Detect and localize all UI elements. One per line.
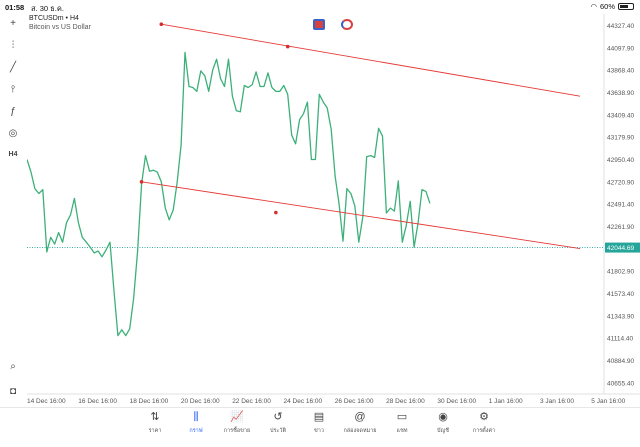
nav-chat-label: แชท — [396, 428, 408, 434]
x-tick-label: 30 Dec 16:00 — [437, 398, 476, 405]
x-tick-label: 14 Dec 16:00 — [27, 398, 66, 405]
trendline-2-start-handle — [139, 180, 144, 184]
nav-settings[interactable]: ⚙ การตั้งค่า — [462, 410, 506, 435]
nav-account-label: บัญชี — [437, 428, 449, 434]
nav-mailbox-label: กล่องจดหมาย — [343, 428, 377, 434]
current-price-label: 42044.69 — [607, 245, 634, 252]
y-tick-label: 40884.90 — [607, 358, 634, 365]
y-tick-label: 41114.40 — [607, 336, 634, 343]
trendline-1-start-handle — [159, 22, 164, 27]
nav-settings-label: การตั้งค่า — [472, 428, 496, 434]
quotes-icon: ⇅ — [150, 411, 160, 423]
x-tick-label: 22 Dec 16:00 — [232, 398, 271, 405]
y-tick-label: 44327.40 — [607, 23, 634, 30]
chart-icon: ⫼ — [193, 411, 199, 423]
trade-icon: 📈 — [230, 411, 244, 423]
x-tick-label: 3 Jan 16:00 — [540, 398, 574, 405]
y-tick-label: 43179.90 — [607, 135, 634, 142]
history-icon: ↺ — [273, 411, 283, 423]
y-tick-label: 43638.90 — [607, 90, 634, 97]
nav-news[interactable]: ▤ ข่าว — [297, 410, 341, 435]
chart-canvas[interactable]: 44327.40 44097.90 43868.40 43638.90 43409.40… — [27, 14, 640, 407]
status-bar: 01:58 ส. 30 ธ.ค. ◠ 60% — [0, 0, 640, 14]
nav-news-label: ข่าว — [314, 428, 324, 434]
mail-icon: @ — [354, 411, 366, 423]
nav-trade[interactable]: 📈 การซื้อขาย — [215, 410, 259, 435]
y-tick-label: 43868.40 — [607, 68, 634, 75]
line-tools-icon[interactable]: ╱ — [4, 60, 22, 74]
wifi-icon: ◠ — [590, 2, 597, 11]
y-tick-label: 41573.40 — [607, 291, 634, 298]
crosshair-icon[interactable]: + — [4, 16, 22, 30]
y-tick-label: 43409.40 — [607, 112, 634, 119]
nav-mailbox[interactable]: @ กล่องจดหมาย — [338, 410, 382, 435]
x-tick-label: 5 Jan 16:00 — [591, 398, 625, 405]
nav-history-label: ประวัติ — [269, 428, 287, 434]
magnifier-icon[interactable]: ⌕ — [4, 359, 22, 373]
y-tick-label: 42491.40 — [607, 202, 634, 209]
status-time: 01:58 — [5, 3, 25, 12]
nav-chart-label: กราฟ — [189, 428, 203, 434]
battery-percent: 60% — [599, 2, 615, 11]
price-series-line — [27, 51, 431, 337]
timeframe-label[interactable]: H4 — [4, 147, 22, 161]
battery-icon — [618, 3, 634, 10]
trendline-2 — [141, 181, 581, 249]
y-tick-label: 42261.90 — [607, 224, 634, 231]
y-tick-label: 42720.90 — [607, 179, 634, 186]
nav-quotes-label: ราคา — [148, 428, 162, 434]
shapes-icon[interactable]: ◎ — [4, 126, 22, 140]
x-tick-label: 18 Dec 16:00 — [130, 398, 169, 405]
chat-icon: ▭ — [396, 411, 408, 423]
y-tick-label: 41343.90 — [607, 313, 634, 320]
y-tick-label: 40655.40 — [607, 380, 634, 387]
nav-quotes[interactable]: ⇅ ราคา — [133, 410, 177, 435]
nav-chat[interactable]: ▭ แชท — [380, 410, 424, 435]
x-tick-label: 1 Jan 16:00 — [489, 398, 523, 405]
trendline-2-anchor-handle — [274, 210, 278, 215]
x-tick-label: 16 Dec 16:00 — [78, 398, 117, 405]
news-icon: ▤ — [313, 411, 325, 423]
x-tick-label: 28 Dec 16:00 — [386, 398, 425, 405]
y-tick-label: 41802.90 — [607, 269, 634, 276]
x-tick-label: 26 Dec 16:00 — [335, 398, 374, 405]
settings-icon: ⚙ — [479, 411, 489, 423]
nav-account[interactable]: ◉ บัญชี — [421, 410, 465, 435]
status-right: ◠ 60% — [590, 2, 634, 11]
account-icon: ◉ — [438, 411, 448, 423]
x-tick-label: 24 Dec 16:00 — [284, 398, 323, 405]
chart-type-icon[interactable]: ⫶ — [4, 38, 22, 52]
bottom-navigation: ⇅ ราคา ⫼ กราฟ 📈 การซื้อขาย ↺ ประวัติ ▤ ข่าว @ กล่อง… — [0, 407, 640, 447]
nav-trade-label: การซื้อขาย — [223, 428, 251, 434]
x-tick-label: 20 Dec 16:00 — [181, 398, 220, 405]
nav-chart[interactable]: ⫼ กราฟ — [174, 410, 218, 435]
mt-logo-icon[interactable]: ◘ — [4, 384, 22, 398]
function-icon[interactable]: ƒ — [4, 104, 22, 118]
y-tick-label: 44097.90 — [607, 45, 634, 52]
nav-history[interactable]: ↺ ประวัติ — [256, 410, 300, 435]
y-tick-label: 42950.40 — [607, 157, 634, 164]
indicators-icon[interactable]: ⫯ — [4, 82, 22, 96]
price-chart[interactable]: 44327.40 44097.90 43868.40 43638.90 43409.40… — [27, 14, 640, 407]
trendline-1-anchor-handle — [285, 44, 290, 49]
